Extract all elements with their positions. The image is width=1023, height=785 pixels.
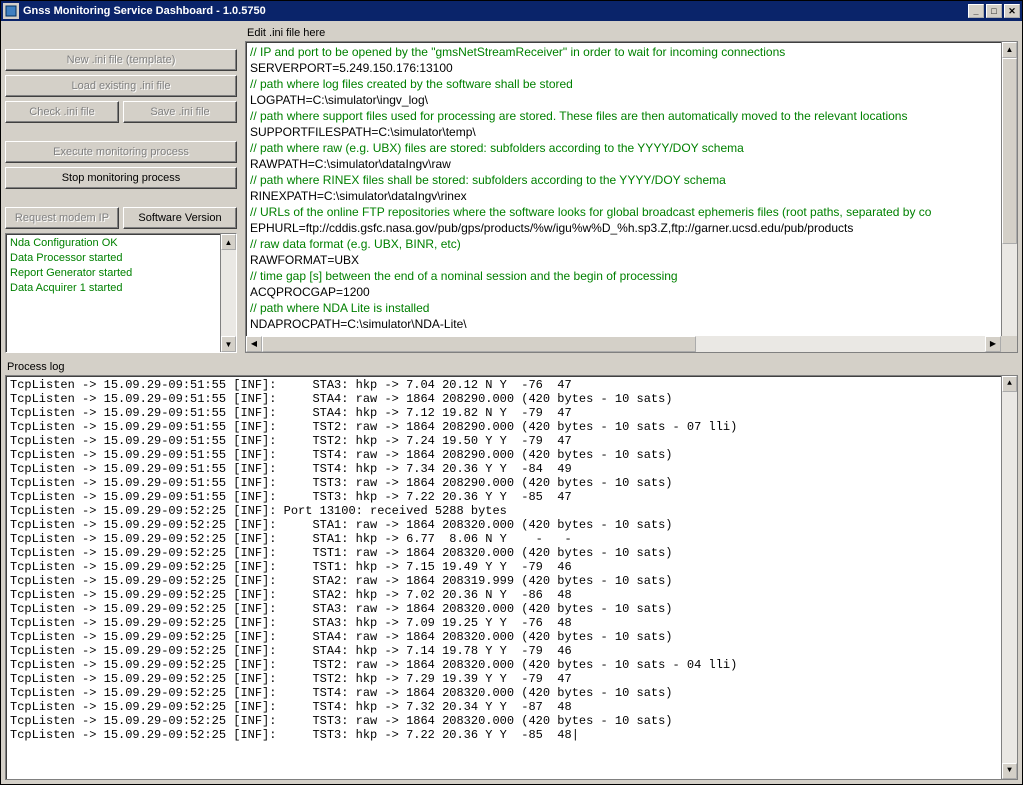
editor-line: // IP and port to be opened by the "gmsN… xyxy=(250,44,999,60)
editor-line: // path where log files created by the s… xyxy=(250,76,999,92)
new-ini-button[interactable]: New .ini file (template) xyxy=(5,49,237,71)
editor-line: SUPPORTFILESPATH=C:\simulator\temp\ xyxy=(250,124,999,140)
editor-line: RINEXPATH=C:\simulator\dataIngv\rinex xyxy=(250,188,999,204)
close-button[interactable]: ✕ xyxy=(1004,4,1020,18)
load-ini-button[interactable]: Load existing .ini file xyxy=(5,75,237,97)
status-line: Data Processor started xyxy=(8,251,234,266)
execute-button[interactable]: Execute monitoring process xyxy=(5,141,237,163)
log-line: TcpListen -> 15.09.29-09:52:25 [INF]: ST… xyxy=(10,518,999,532)
log-line: TcpListen -> 15.09.29-09:52:25 [INF]: ST… xyxy=(10,630,999,644)
editor-panel: Edit .ini file here // IP and port to be… xyxy=(245,25,1018,353)
log-line: TcpListen -> 15.09.29-09:51:55 [INF]: TS… xyxy=(10,420,999,434)
log-line: TcpListen -> 15.09.29-09:51:55 [INF]: TS… xyxy=(10,448,999,462)
log-line: TcpListen -> 15.09.29-09:52:25 [INF]: TS… xyxy=(10,672,999,686)
app-icon xyxy=(3,3,19,19)
log-line: TcpListen -> 15.09.29-09:52:25 [INF]: TS… xyxy=(10,728,999,742)
scroll-up-icon[interactable]: ▲ xyxy=(1002,376,1017,392)
process-log[interactable]: TcpListen -> 15.09.29-09:51:55 [INF]: ST… xyxy=(5,375,1018,780)
titlebar: Gnss Monitoring Service Dashboard - 1.0.… xyxy=(1,1,1022,21)
editor-label: Edit .ini file here xyxy=(245,25,1018,41)
log-line: TcpListen -> 15.09.29-09:51:55 [INF]: TS… xyxy=(10,434,999,448)
editor-hscrollbar[interactable]: ◀ ▶ xyxy=(246,336,1001,352)
log-line: TcpListen -> 15.09.29-09:52:25 [INF]: ST… xyxy=(10,588,999,602)
log-line: TcpListen -> 15.09.29-09:52:25 [INF]: TS… xyxy=(10,700,999,714)
scroll-thumb[interactable] xyxy=(1002,58,1017,244)
log-line: TcpListen -> 15.09.29-09:52:25 [INF]: ST… xyxy=(10,532,999,546)
log-vscrollbar[interactable]: ▲ ▼ xyxy=(1001,376,1017,779)
scroll-left-icon[interactable]: ◀ xyxy=(246,336,262,352)
save-ini-button[interactable]: Save .ini file xyxy=(123,101,237,123)
status-line: Report Generator started xyxy=(8,266,234,281)
check-ini-button[interactable]: Check .ini file xyxy=(5,101,119,123)
log-line: TcpListen -> 15.09.29-09:52:25 [INF]: TS… xyxy=(10,546,999,560)
scroll-down-icon[interactable]: ▼ xyxy=(221,336,236,352)
status-line: Data Acquirer 1 started xyxy=(8,281,234,296)
editor-line: LOGPATH=C:\simulator\ingv_log\ xyxy=(250,92,999,108)
log-line: TcpListen -> 15.09.29-09:52:25 [INF]: TS… xyxy=(10,686,999,700)
editor-line: EPHURL=ftp://cddis.gsfc.nasa.gov/pub/gps… xyxy=(250,220,999,236)
log-line: TcpListen -> 15.09.29-09:51:55 [INF]: TS… xyxy=(10,490,999,504)
log-line: TcpListen -> 15.09.29-09:51:55 [INF]: TS… xyxy=(10,462,999,476)
editor-line: // path where raw (e.g. UBX) files are s… xyxy=(250,140,999,156)
log-line: TcpListen -> 15.09.29-09:51:55 [INF]: ST… xyxy=(10,406,999,420)
maximize-button[interactable]: □ xyxy=(986,4,1002,18)
log-line: TcpListen -> 15.09.29-09:52:25 [INF]: Po… xyxy=(10,504,999,518)
log-line: TcpListen -> 15.09.29-09:52:25 [INF]: ST… xyxy=(10,644,999,658)
log-line: TcpListen -> 15.09.29-09:52:25 [INF]: TS… xyxy=(10,714,999,728)
scroll-up-icon[interactable]: ▲ xyxy=(1002,42,1017,58)
status-line: Nda Configuration OK xyxy=(8,236,234,251)
editor-line: RAWPATH=C:\simulator\dataIngv\raw xyxy=(250,156,999,172)
log-section: Process log TcpListen -> 15.09.29-09:51:… xyxy=(5,359,1018,780)
log-line: TcpListen -> 15.09.29-09:52:25 [INF]: TS… xyxy=(10,658,999,672)
minimize-button[interactable]: _ xyxy=(968,4,984,18)
editor-vscrollbar[interactable]: ▲ ▼ xyxy=(1001,42,1017,352)
main-window: Gnss Monitoring Service Dashboard - 1.0.… xyxy=(0,0,1023,785)
scroll-right-icon[interactable]: ▶ xyxy=(985,336,1001,352)
editor-line: // path where NDA Lite is installed xyxy=(250,300,999,316)
content-area: New .ini file (template) Load existing .… xyxy=(1,21,1022,784)
status-scrollbar[interactable]: ▲ ▼ xyxy=(220,234,236,352)
log-line: TcpListen -> 15.09.29-09:51:55 [INF]: TS… xyxy=(10,476,999,490)
editor-line: // raw data format (e.g. UBX, BINR, etc) xyxy=(250,236,999,252)
editor-line: // URLs of the online FTP repositories w… xyxy=(250,204,999,220)
log-line: TcpListen -> 15.09.29-09:52:25 [INF]: ST… xyxy=(10,616,999,630)
log-line: TcpListen -> 15.09.29-09:52:25 [INF]: TS… xyxy=(10,560,999,574)
editor-line: // time gap [s] between the end of a nom… xyxy=(250,268,999,284)
scroll-corner xyxy=(1001,336,1017,352)
ini-editor[interactable]: // IP and port to be opened by the "gmsN… xyxy=(245,41,1018,353)
log-line: TcpListen -> 15.09.29-09:51:55 [INF]: ST… xyxy=(10,392,999,406)
modem-ip-button[interactable]: Request modem IP xyxy=(5,207,119,229)
stop-button[interactable]: Stop monitoring process xyxy=(5,167,237,189)
software-version-button[interactable]: Software Version xyxy=(123,207,237,229)
status-list[interactable]: Nda Configuration OKData Processor start… xyxy=(5,233,237,353)
log-line: TcpListen -> 15.09.29-09:52:25 [INF]: ST… xyxy=(10,574,999,588)
window-title: Gnss Monitoring Service Dashboard - 1.0.… xyxy=(23,5,968,17)
left-panel: New .ini file (template) Load existing .… xyxy=(5,25,237,353)
editor-line: SERVERPORT=5.249.150.176:13100 xyxy=(250,60,999,76)
editor-line: ACQPROCGAP=1200 xyxy=(250,284,999,300)
editor-line: // path where RINEX files shall be store… xyxy=(250,172,999,188)
editor-line: NDAPROCPATH=C:\simulator\NDA-Lite\ xyxy=(250,316,999,332)
log-label: Process log xyxy=(5,359,1018,375)
editor-line: // path where support files used for pro… xyxy=(250,108,999,124)
scroll-thumb[interactable] xyxy=(262,336,696,352)
log-line: TcpListen -> 15.09.29-09:51:55 [INF]: ST… xyxy=(10,378,999,392)
scroll-up-icon[interactable]: ▲ xyxy=(221,234,236,250)
log-line: TcpListen -> 15.09.29-09:52:25 [INF]: ST… xyxy=(10,602,999,616)
scroll-down-icon[interactable]: ▼ xyxy=(1002,763,1017,779)
editor-line: RAWFORMAT=UBX xyxy=(250,252,999,268)
